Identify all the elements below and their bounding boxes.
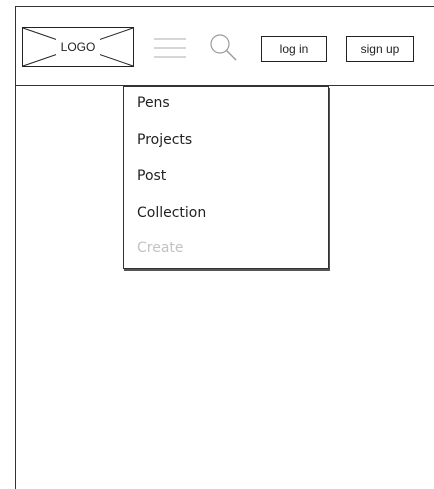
menu-item-collection[interactable]: Collection [137, 205, 206, 221]
search-icon[interactable] [208, 32, 238, 62]
top-header: LOGO log in sign up [15, 6, 434, 86]
nav-dropdown-menu: Pens Projects Post Collection Create [123, 86, 329, 269]
menu-item-projects[interactable]: Projects [137, 132, 192, 148]
logo-text: LOGO [60, 40, 96, 54]
logo[interactable]: LOGO [22, 27, 134, 67]
signup-button[interactable]: sign up [346, 36, 414, 62]
menu-item-create: Create [137, 240, 184, 256]
menu-item-pens[interactable]: Pens [137, 95, 170, 111]
hamburger-menu-icon[interactable] [153, 36, 187, 60]
menu-item-post[interactable]: Post [137, 168, 166, 184]
login-button[interactable]: log in [261, 36, 327, 62]
